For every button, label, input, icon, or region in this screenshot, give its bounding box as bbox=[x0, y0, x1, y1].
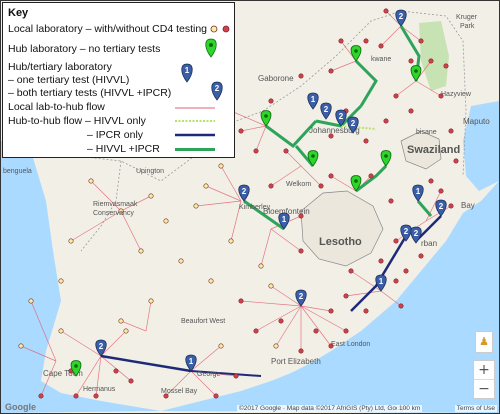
hivvl-ipcr-line-icon bbox=[175, 148, 215, 151]
label-maputo: Maputo bbox=[463, 117, 490, 126]
label-gaborone: Gaborone bbox=[258, 74, 294, 83]
tertiary-count: 2 bbox=[404, 227, 409, 236]
terms-link[interactable]: Terms of Use bbox=[454, 405, 497, 412]
map-footer: Google ©2017 Google · Map data ©2017 Afr… bbox=[1, 402, 499, 413]
legend-hub-flow-hivvl: Hub-to-hub flow – HIVVL only bbox=[8, 115, 146, 127]
legend-hub-tertiary: Hub/tertiary laboratory bbox=[8, 61, 112, 73]
svg-text:1: 1 bbox=[185, 66, 190, 75]
tertiary-count: 1 bbox=[189, 357, 194, 366]
google-logo: Google bbox=[5, 402, 36, 412]
zoom-out-button[interactable]: − bbox=[474, 379, 494, 398]
legend-local-lab: Local laboratory – with/without CD4 test… bbox=[8, 23, 208, 35]
label-george: George bbox=[197, 371, 220, 378]
legend-hub-lab: Hub laboratory – no tertiary tests bbox=[8, 43, 161, 55]
map-attribution: ©2017 Google · Map data ©2017 AfriGIS (P… bbox=[237, 405, 411, 412]
tertiary-count: 2 bbox=[324, 105, 329, 114]
zoom-in-button[interactable]: + bbox=[474, 361, 494, 379]
label-mossel-bay: Mossel Bay bbox=[161, 388, 198, 395]
tertiary-count: 1 bbox=[416, 187, 421, 196]
label-polokwane: kwane bbox=[371, 56, 391, 63]
ipcr-line-icon bbox=[175, 133, 215, 137]
label-conservancy: Conservancy bbox=[93, 210, 134, 217]
label-benguela: benguela bbox=[3, 168, 32, 175]
map-legend: Key Local laboratory – with/without CD4 … bbox=[2, 2, 235, 158]
label-durban: rban bbox=[421, 239, 437, 248]
local-flow-line-icon bbox=[175, 107, 215, 109]
tertiary-count: 1 bbox=[311, 95, 316, 104]
tertiary-count: 2 bbox=[99, 342, 104, 351]
tertiary-both-pin-icon: 2 bbox=[211, 81, 223, 101]
tertiary-count: 2 bbox=[439, 202, 444, 211]
label-upington: Upington bbox=[136, 168, 164, 175]
label-east-london: East London bbox=[331, 341, 370, 348]
legend-title: Key bbox=[8, 7, 29, 19]
tertiary-count: 2 bbox=[351, 119, 356, 128]
pegman-icon[interactable]: ♟ bbox=[475, 331, 493, 353]
tertiary-count: 2 bbox=[339, 112, 344, 121]
legend-one-test: – one tertiary test (HIVVL) bbox=[8, 74, 130, 86]
label-park: Park bbox=[460, 23, 475, 30]
tertiary-count: 2 bbox=[299, 292, 304, 301]
tertiary-count: 2 bbox=[242, 187, 247, 196]
tertiary-count: 2 bbox=[414, 229, 419, 238]
label-welkom: Welkom bbox=[286, 181, 311, 188]
label-lesotho: Lesotho bbox=[319, 236, 362, 248]
legend-hub-flow-both: – HIVVL +IPCR bbox=[87, 143, 160, 155]
legend-local-flow: Local lab-to-hub flow bbox=[8, 101, 105, 113]
legend-both-tests: – both tertiary tests (HIVVL +IPCR) bbox=[8, 87, 172, 99]
zoom-control[interactable]: + − bbox=[473, 360, 495, 399]
label-port-elizabeth: Port Elizabeth bbox=[271, 357, 321, 366]
label-hermanus: Hermanus bbox=[83, 386, 116, 393]
kruger-park-region bbox=[419, 21, 449, 91]
label-richards-bay: Bay bbox=[461, 201, 475, 210]
label-beaufort-west: Beaufort West bbox=[181, 318, 225, 325]
ocean-mozambique bbox=[463, 101, 499, 191]
label-kruger: Kruger bbox=[456, 14, 478, 21]
map-frame: Gaborone Kruger Park Hazyview Maputo Swa… bbox=[0, 0, 500, 414]
tertiary-one-pin-icon: 1 bbox=[181, 63, 193, 83]
label-swaziland: Swaziland bbox=[407, 144, 460, 156]
lesotho-region bbox=[300, 190, 384, 267]
local-lab-symbol-icon bbox=[210, 25, 230, 33]
hivvl-line-icon bbox=[175, 120, 215, 122]
svg-text:2: 2 bbox=[215, 84, 220, 93]
label-bisane: bisane bbox=[416, 129, 437, 136]
tertiary-count: 2 bbox=[399, 12, 404, 21]
hub-pin-icon bbox=[205, 38, 217, 58]
tertiary-count: 1 bbox=[379, 277, 384, 286]
tertiary-count: 1 bbox=[282, 215, 287, 224]
label-riemvasmaak: Riemvasmaak bbox=[93, 201, 138, 208]
legend-hub-flow-ipcr: – IPCR only bbox=[87, 129, 144, 141]
scale-bar: 100 km bbox=[397, 405, 423, 412]
label-hazyview: Hazyview bbox=[441, 91, 472, 98]
